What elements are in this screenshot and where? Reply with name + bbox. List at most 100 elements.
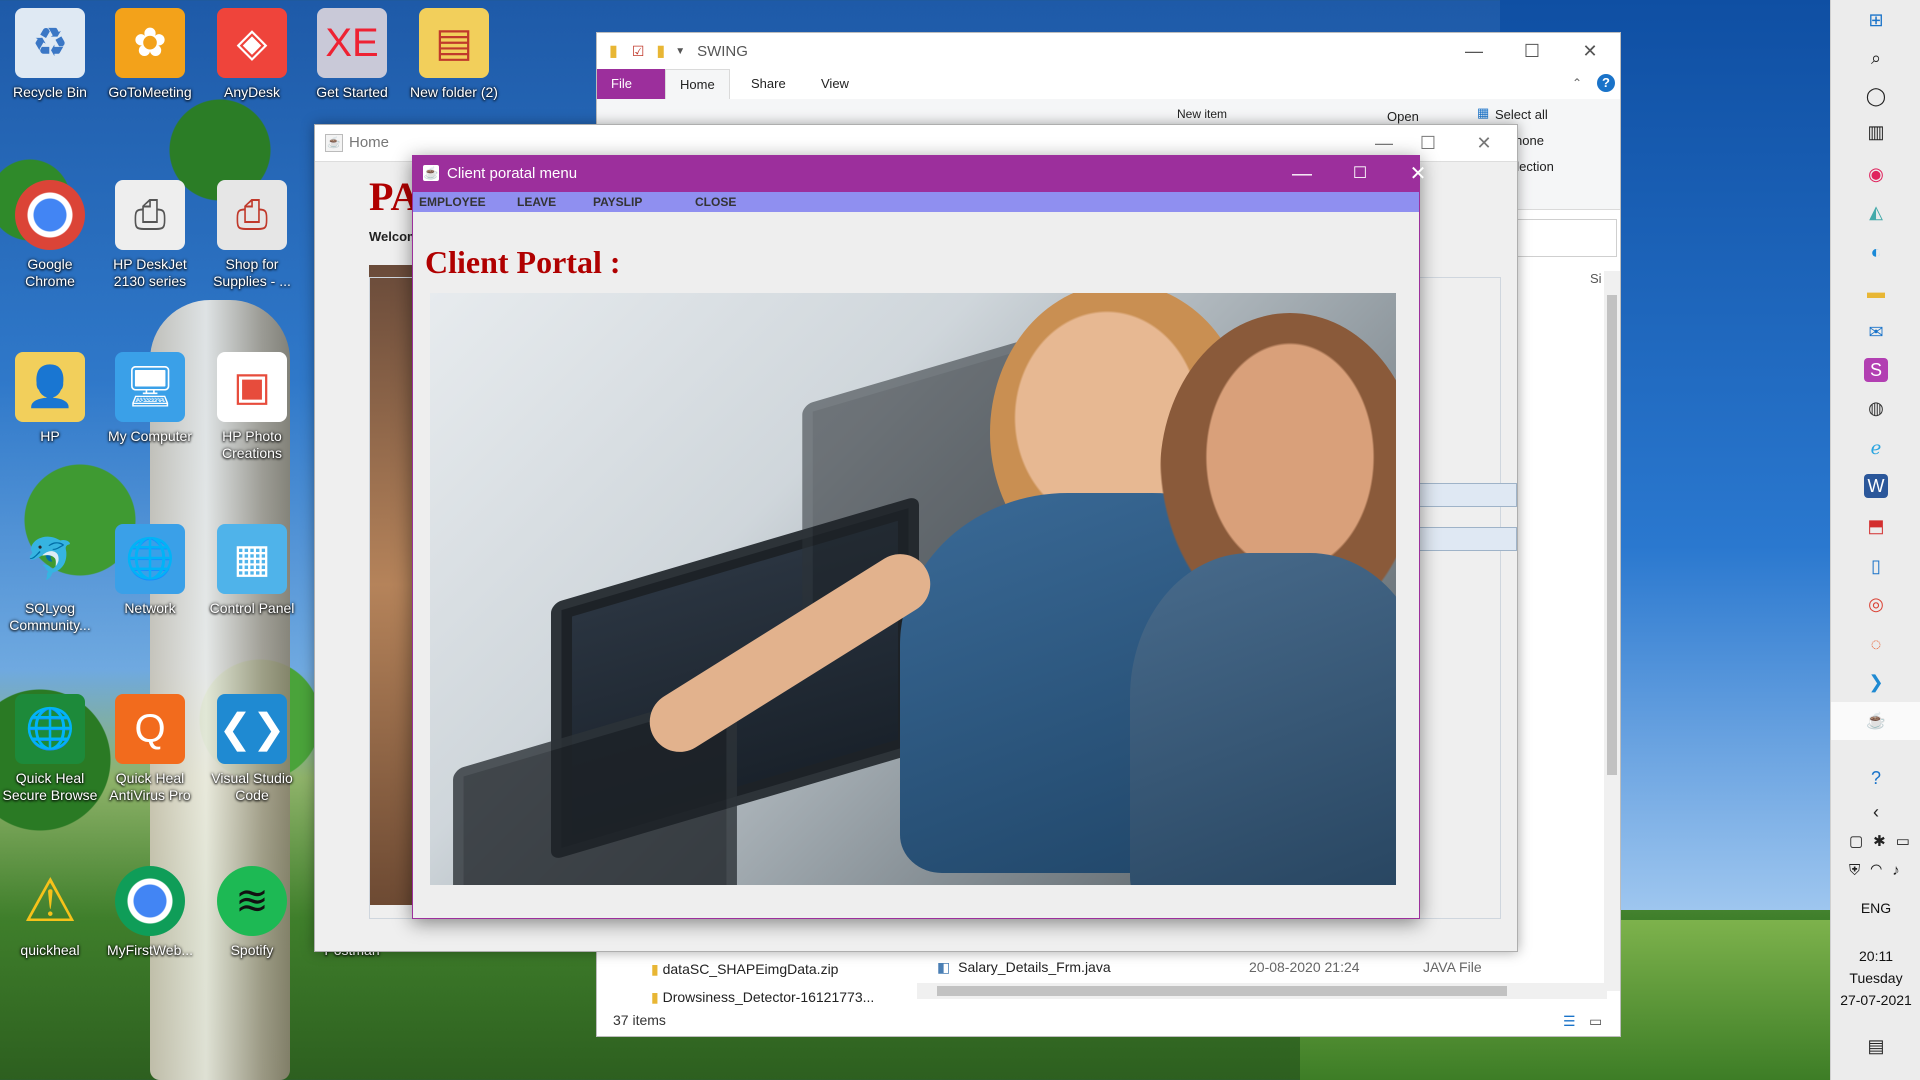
client-titlebar[interactable]: ☕ Client poratal menu — ☐ ✕ xyxy=(413,156,1426,192)
desktop-icon-label: Quick Heal Secure Browse xyxy=(2,770,98,803)
ribbon-new-item[interactable]: New item xyxy=(1177,107,1227,121)
language-indicator[interactable]: ENG xyxy=(1831,900,1920,916)
phone-icon[interactable]: ▯ xyxy=(1864,554,1888,578)
java-icon: ☕ xyxy=(325,134,343,152)
pdf-icon[interactable]: ⬒ xyxy=(1864,514,1888,538)
clock-day[interactable]: Tuesday xyxy=(1831,970,1920,986)
ubuntu-icon[interactable]: ◌ xyxy=(1864,632,1888,656)
chevron-left-icon[interactable]: ‹ xyxy=(1864,800,1888,824)
edge-icon[interactable]: ◐ xyxy=(1864,240,1888,264)
chrome-icon[interactable]: ◎ xyxy=(1864,592,1888,616)
cortana-icon[interactable]: ◯ xyxy=(1864,84,1888,108)
anydesk-icon: ◈ xyxy=(217,8,287,78)
desktop-icon-hp[interactable]: 👤 HP xyxy=(2,352,98,445)
tiles-view-icon[interactable]: ▭ xyxy=(1589,1013,1602,1030)
mail-icon[interactable]: ✉ xyxy=(1864,320,1888,344)
ribbon-select-all[interactable]: Select all xyxy=(1495,107,1548,122)
maximize-button[interactable]: ☐ xyxy=(1331,156,1389,192)
desktop-icon-quickheal[interactable]: ⚠ quickheal xyxy=(2,866,98,959)
minimize-button[interactable]: — xyxy=(1445,33,1503,69)
tab-home[interactable]: Home xyxy=(665,69,730,100)
ie-icon[interactable]: ℯ xyxy=(1864,436,1888,460)
home-input-field[interactable] xyxy=(1415,527,1517,551)
properties-icon[interactable]: ☑ xyxy=(632,43,645,60)
desktop-icon-my-computer[interactable]: 🖥 My Computer xyxy=(102,352,198,445)
ribbon-select-none[interactable]: none xyxy=(1515,133,1544,148)
menubar: EMPLOYEE LEAVE PAYSLIP CLOSE xyxy=(413,192,1419,212)
desktop-icon-network[interactable]: 🌐 Network xyxy=(102,524,198,617)
desktop-icon-vscode[interactable]: ❮❯ Visual Studio Code xyxy=(204,694,300,804)
active-java-app[interactable]: ☕ xyxy=(1831,702,1920,740)
menu-employee[interactable]: EMPLOYEE xyxy=(419,192,486,212)
desktop-icon-myfirstweb[interactable]: MyFirstWeb... xyxy=(102,866,198,959)
desktop-icon-gotomeeting[interactable]: ✿ GoToMeeting xyxy=(102,8,198,101)
close-button[interactable]: ✕ xyxy=(1561,33,1619,69)
desktop-icon-recycle-bin[interactable]: ♻ Recycle Bin xyxy=(2,8,98,101)
desktop-icon-get-started[interactable]: XE Get Started xyxy=(304,8,400,101)
vertical-scrollbar[interactable] xyxy=(1604,271,1620,991)
scrollbar-thumb[interactable] xyxy=(937,986,1507,996)
search-icon[interactable]: ⌕ xyxy=(1864,46,1888,70)
vscode-icon[interactable]: ❯ xyxy=(1864,670,1888,694)
file-explorer-icon[interactable]: ▬ xyxy=(1864,280,1888,304)
clock-date[interactable]: 27-07-2021 xyxy=(1831,992,1920,1008)
onenote-icon[interactable]: S xyxy=(1864,358,1888,382)
spotify-icon: ≋ xyxy=(217,866,287,936)
task-view-icon[interactable]: ▥ xyxy=(1864,120,1888,144)
column-size[interactable]: Si xyxy=(1590,271,1602,286)
word-icon[interactable]: W xyxy=(1864,474,1888,498)
list-item[interactable]: ▮ dataSC_SHAPEimgData.zip xyxy=(651,961,838,978)
desktop-icon-label: Visual Studio Code xyxy=(211,770,293,803)
menu-close[interactable]: CLOSE xyxy=(695,192,736,212)
network-volume-icons[interactable]: ⛨◠♪ xyxy=(1849,862,1910,879)
details-view-icon[interactable]: ☰ xyxy=(1563,1013,1576,1030)
tab-share[interactable]: Share xyxy=(737,69,800,99)
help-icon[interactable]: ? xyxy=(1597,74,1615,92)
desktop-icon-quickheal-browser[interactable]: 🌐 Quick Heal Secure Browse xyxy=(2,694,98,804)
desktop-icon-sqlyog[interactable]: 🐬 SQLyog Community... xyxy=(2,524,98,634)
computer-icon: 🖥 xyxy=(115,352,185,422)
horizontal-scrollbar[interactable] xyxy=(917,983,1607,999)
table-row[interactable]: ◧ Salary_Details_Frm.java 20-08-2020 21:… xyxy=(937,959,1577,976)
desktop-icon-hp-deskjet[interactable]: ⎙ HP DeskJet 2130 series xyxy=(102,180,198,290)
clock-time[interactable]: 20:11 xyxy=(1831,948,1920,964)
desktop-icon-control-panel[interactable]: ▦ Control Panel xyxy=(204,524,300,617)
desktop-icon-anydesk[interactable]: ◈ AnyDesk xyxy=(204,8,300,101)
close-button[interactable]: ✕ xyxy=(1389,156,1447,192)
menu-leave[interactable]: LEAVE xyxy=(517,192,556,212)
minimize-button[interactable]: — xyxy=(1273,156,1331,192)
select-all-icon: ▦ xyxy=(1477,105,1490,120)
explorer-title: SWING xyxy=(697,42,748,60)
screen-recorder-icon[interactable]: ◉ xyxy=(1864,162,1888,186)
close-button[interactable]: ✕ xyxy=(1455,125,1513,161)
maximize-button[interactable]: ☐ xyxy=(1503,33,1561,69)
tab-file[interactable]: File xyxy=(597,69,669,99)
oracle-xe-icon: XE xyxy=(317,8,387,78)
app-icon[interactable]: ◭ xyxy=(1864,200,1888,224)
collapse-ribbon-icon[interactable]: ⌃ xyxy=(1572,76,1582,90)
new-folder-icon[interactable]: ▮ xyxy=(656,41,665,61)
desktop-icon-quickheal-av[interactable]: Q Quick Heal AntiVirus Pro xyxy=(102,694,198,804)
home-input-field[interactable] xyxy=(1415,483,1517,507)
menu-payslip[interactable]: PAYSLIP xyxy=(593,192,642,212)
gotomeeting-icon: ✿ xyxy=(115,8,185,78)
eclipse-icon[interactable]: ◍ xyxy=(1864,396,1888,420)
list-item[interactable]: ▮ Drowsiness_Detector-16121773... xyxy=(651,989,874,1006)
desktop-icon-new-folder[interactable]: ▤ New folder (2) xyxy=(406,8,502,101)
chevron-down-icon[interactable]: ▼ xyxy=(675,46,685,57)
system-tray-icons[interactable]: ▢✱▭ xyxy=(1849,832,1920,850)
notifications-icon[interactable]: ▤ xyxy=(1864,1034,1888,1058)
desktop-icon-hp-photo[interactable]: ▣ HP Photo Creations xyxy=(204,352,300,462)
scrollbar-thumb[interactable] xyxy=(1607,295,1617,775)
desktop-icon-spotify[interactable]: ≋ Spotify xyxy=(204,866,300,959)
desktop-icon-label: Control Panel xyxy=(209,600,295,616)
desktop-icon-shop-supplies[interactable]: ⎙ Shop for Supplies - ... xyxy=(204,180,300,290)
ribbon-open[interactable]: Open xyxy=(1387,109,1419,124)
help-icon[interactable]: ? xyxy=(1864,766,1888,790)
tab-view[interactable]: View xyxy=(807,69,863,99)
status-item-count: 37 items xyxy=(613,1012,666,1028)
client-portal-window[interactable]: ☕ Client poratal menu — ☐ ✕ EMPLOYEE LEA… xyxy=(412,155,1426,919)
desktop-icon-chrome[interactable]: Google Chrome xyxy=(2,180,98,290)
search-input[interactable] xyxy=(1515,219,1617,257)
windows-start-icon[interactable]: ⊞ xyxy=(1864,8,1888,32)
